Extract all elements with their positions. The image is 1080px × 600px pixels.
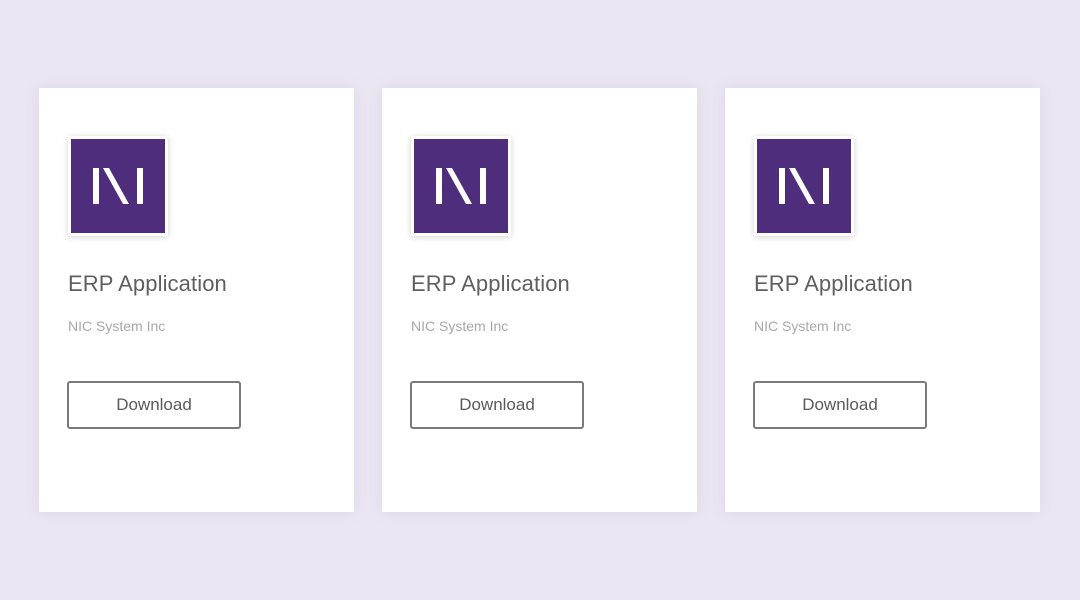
- app-publisher: NIC System Inc: [411, 318, 509, 334]
- app-title: ERP Application: [411, 271, 570, 296]
- nic-logo-icon: [414, 139, 508, 233]
- nic-logo-icon: [757, 139, 851, 233]
- download-button[interactable]: Download: [67, 381, 241, 429]
- app-title: ERP Application: [68, 271, 227, 296]
- download-button[interactable]: Download: [410, 381, 584, 429]
- app-card: ERP Application NIC System Inc Download: [725, 88, 1040, 512]
- app-title: ERP Application: [754, 271, 913, 296]
- app-logo: [754, 136, 854, 236]
- download-button[interactable]: Download: [753, 381, 927, 429]
- app-publisher: NIC System Inc: [68, 318, 166, 334]
- app-logo: [411, 136, 511, 236]
- app-card: ERP Application NIC System Inc Download: [382, 88, 697, 512]
- app-logo: [68, 136, 168, 236]
- nic-logo-icon: [71, 139, 165, 233]
- app-card-list: ERP Application NIC System Inc Download …: [39, 88, 1040, 512]
- app-card: ERP Application NIC System Inc Download: [39, 88, 354, 512]
- app-publisher: NIC System Inc: [754, 318, 852, 334]
